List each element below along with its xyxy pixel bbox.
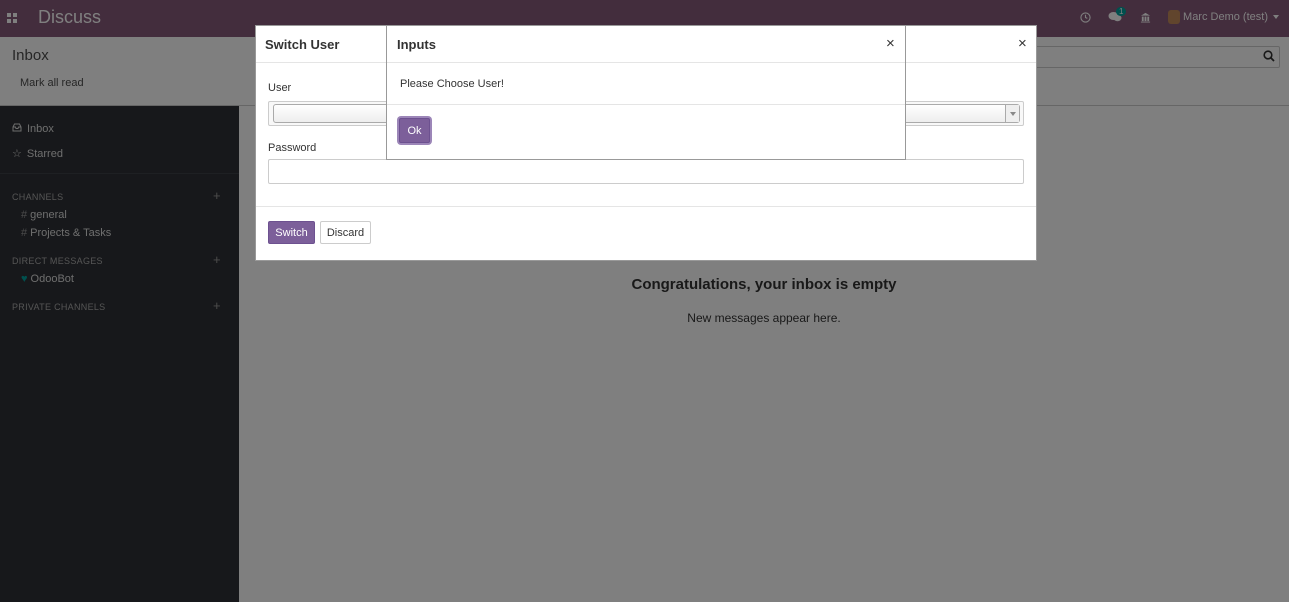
user-label: User [268, 82, 292, 94]
inputs-dialog: Inputs × Please Choose User! Ok [386, 25, 906, 160]
dialog-footer: Switch Discard [256, 206, 1036, 261]
dialog-title: Switch User [265, 37, 340, 52]
chevron-down-icon[interactable] [1005, 105, 1019, 122]
close-icon[interactable]: × [886, 35, 895, 52]
dialog-header: Inputs × [387, 26, 905, 63]
password-label: Password [268, 142, 317, 154]
close-icon[interactable]: × [1018, 35, 1027, 52]
dialog-message: Please Choose User! [400, 78, 504, 90]
ok-button[interactable]: Ok [399, 118, 430, 143]
password-field[interactable] [268, 159, 1024, 184]
dialog-footer: Ok [387, 104, 905, 160]
dialog-title: Inputs [397, 37, 436, 52]
discard-button[interactable]: Discard [320, 221, 371, 244]
switch-button[interactable]: Switch [268, 221, 315, 244]
